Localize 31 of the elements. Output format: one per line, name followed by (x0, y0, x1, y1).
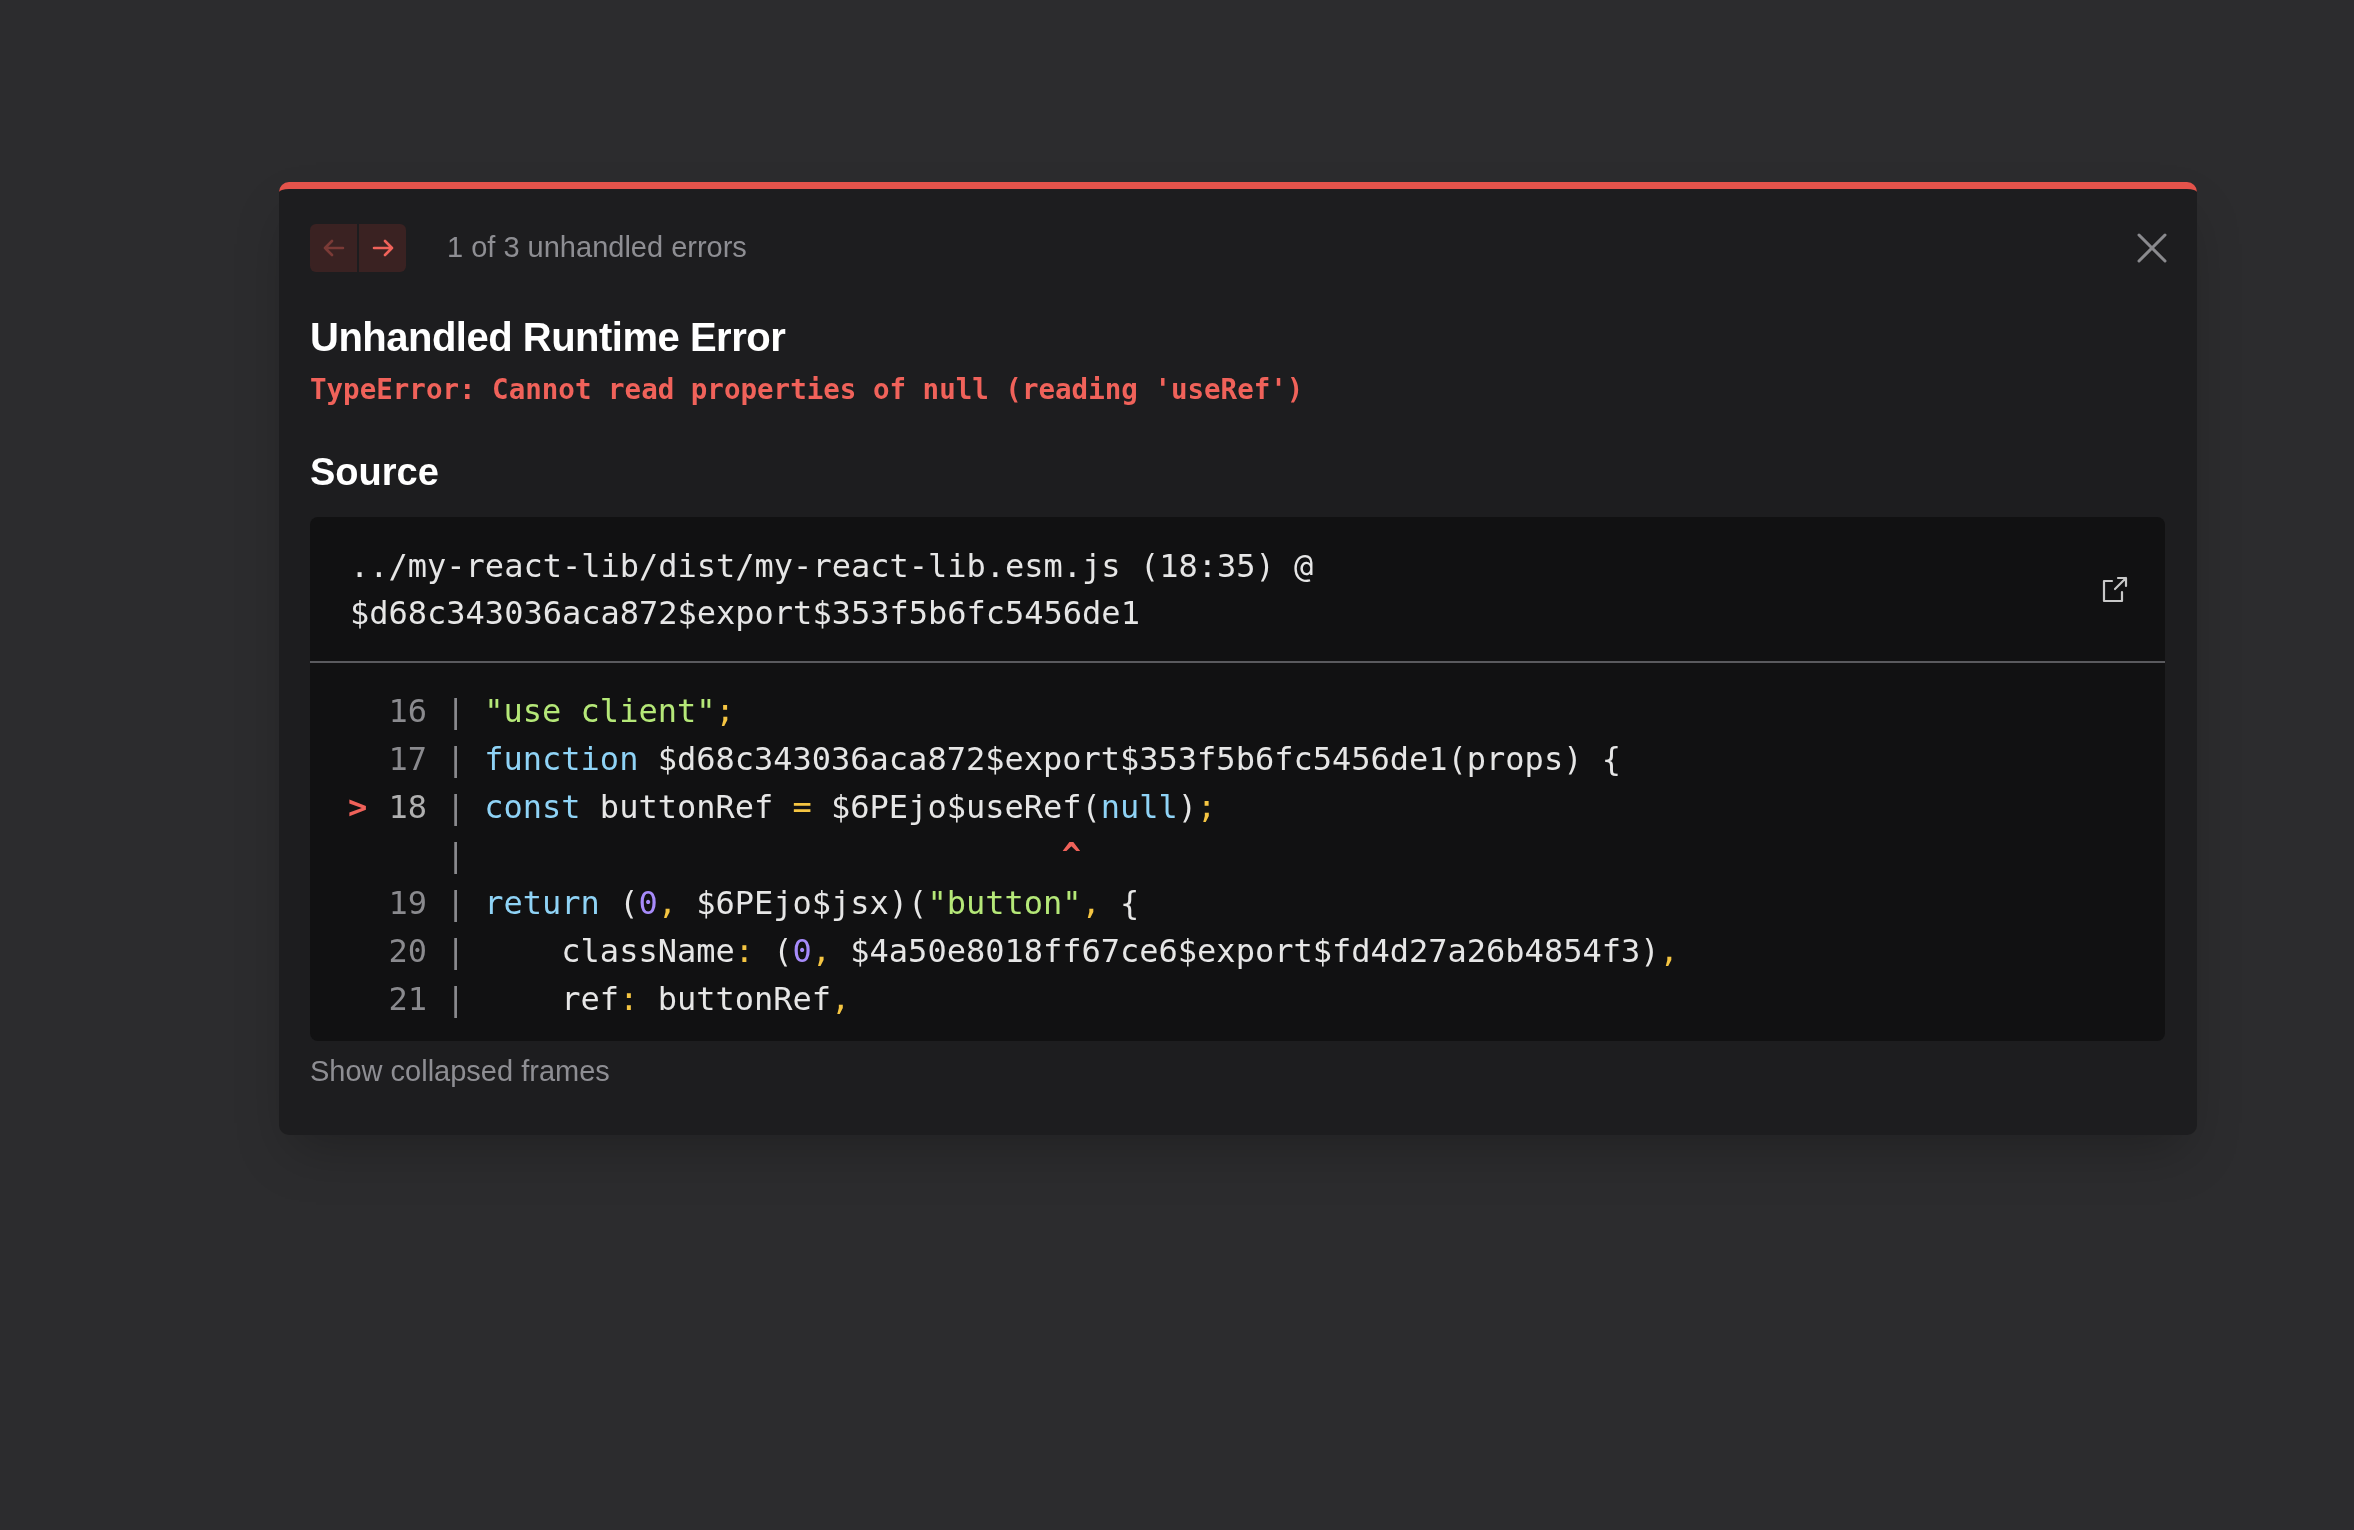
code-line: "use client"; (484, 691, 735, 732)
line-number: 19 (388, 884, 427, 922)
show-collapsed-frames-link[interactable]: Show collapsed frames (310, 1051, 610, 1091)
line-number: 16 (388, 692, 427, 730)
source-location: $d68c343036aca872$export$353f5b6fc5456de1 (350, 593, 1140, 634)
gutter-separator: | (446, 883, 466, 924)
error-counter: 1 of 3 unhandled errors (447, 230, 747, 266)
section-heading: Source (310, 450, 440, 495)
gutter-separator: | (446, 931, 466, 972)
gutter-separator: | (446, 835, 466, 876)
line-number: 17 (388, 740, 427, 778)
line-number: 21 (388, 980, 427, 1018)
gutter-separator: | (446, 691, 466, 732)
error-line-marker: > (348, 788, 368, 826)
external-link-icon (2100, 576, 2128, 604)
error-caret: ^ (1061, 835, 1082, 876)
code-line: className: (0, $4a50e8018ff67ce6$export$fd4d27a26b4854f3), (560, 931, 1679, 972)
next-error-button[interactable] (359, 224, 406, 272)
close-icon (2137, 233, 2167, 263)
gutter-separator: | (446, 739, 466, 780)
code-line: const buttonRef = $6PEjo$useRef(null); (484, 787, 1217, 828)
code-line: function $d68c343036aca872$export$353f5b6fc5456de1(props) { (484, 739, 1621, 780)
gutter-separator: | (446, 979, 466, 1020)
line-number: 18 (388, 788, 427, 826)
error-title: Unhandled Runtime Error (310, 314, 787, 361)
line-number: 20 (388, 932, 427, 970)
error-message: TypeError: Cannot read properties of null (reading 'useRef') (310, 372, 1305, 407)
code-line: return (0, $6PEjo$jsx)("button", { (484, 883, 1140, 924)
gutter-separator: | (446, 787, 466, 828)
code-line: ref: buttonRef, (560, 979, 851, 1020)
source-location: ../my-react-lib/dist/my-react-lib.esm.js (18:35) @ (350, 546, 1314, 587)
